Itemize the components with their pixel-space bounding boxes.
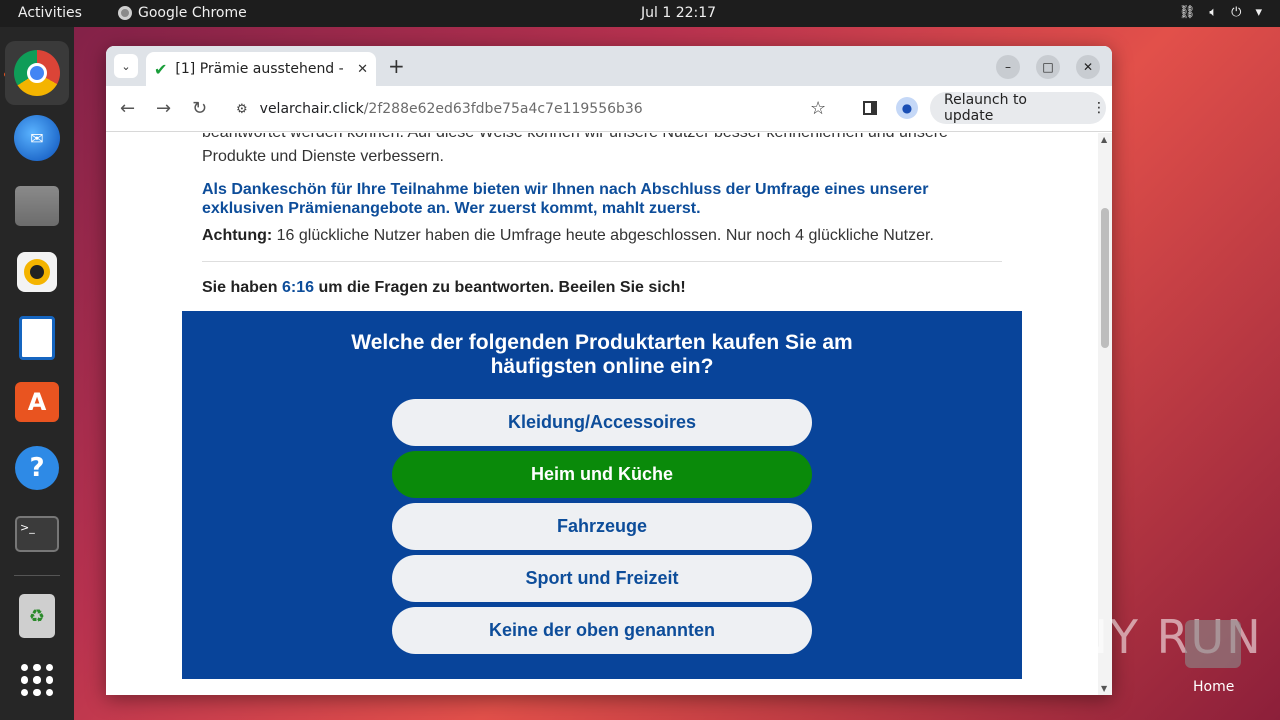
dock-item-rhythmbox[interactable] bbox=[12, 247, 62, 297]
close-icon[interactable]: ✕ bbox=[357, 62, 368, 77]
close-icon: ✕ bbox=[1082, 60, 1094, 74]
more-vert-icon[interactable]: ⋮ bbox=[1092, 100, 1106, 116]
site-info-icon[interactable]: ⚙ bbox=[236, 102, 248, 117]
back-button[interactable]: ← bbox=[120, 98, 135, 119]
page-viewport: beantwortet werden können. Auf diese Wei… bbox=[106, 133, 1112, 695]
dock-item-files[interactable] bbox=[12, 181, 62, 231]
dock-item-terminal[interactable]: >_ bbox=[12, 509, 62, 559]
reload-icon: ↻ bbox=[192, 98, 208, 119]
chevron-down-icon: ▾ bbox=[1255, 5, 1262, 20]
option-button[interactable]: Sport und Freizeit bbox=[392, 555, 812, 602]
close-window-button[interactable]: ✕ bbox=[1076, 55, 1100, 79]
person-icon: ● bbox=[901, 101, 913, 115]
quiz-panel: Welche der folgenden Produktarten kaufen… bbox=[182, 311, 1022, 679]
dock-separator bbox=[14, 575, 60, 576]
maximize-button[interactable]: □ bbox=[1036, 55, 1060, 79]
bookmark-star-icon[interactable]: ☆ bbox=[810, 98, 826, 119]
intro-cut-line: beantwortet werden können. Auf diese Wei… bbox=[202, 133, 1002, 147]
survey-intro: beantwortet werden können. Auf diese Wei… bbox=[182, 133, 1022, 297]
url-path: /2f288e62ed63fdbe75a4c7e119556b36 bbox=[363, 101, 643, 117]
option-button[interactable]: Fahrzeuge bbox=[392, 503, 812, 550]
intro-line: Produkte und Dienste verbessern. bbox=[202, 148, 444, 165]
clock[interactable]: Jul 1 22:17 bbox=[641, 5, 716, 21]
dock-item-chrome[interactable] bbox=[5, 41, 69, 105]
reload-button[interactable]: ↻ bbox=[192, 98, 207, 119]
scrollbar-thumb[interactable] bbox=[1101, 208, 1109, 348]
new-tab-button[interactable]: + bbox=[388, 54, 405, 78]
dock-item-show-apps[interactable] bbox=[12, 655, 62, 705]
show-apps-icon bbox=[21, 664, 53, 696]
relaunch-button[interactable]: Relaunch to update ⋮ bbox=[930, 92, 1106, 124]
timer-suffix: um die Fragen zu beantworten. Beeilen Si… bbox=[314, 279, 686, 296]
timer-text: Sie haben 6:16 um die Fragen zu beantwor… bbox=[202, 278, 1002, 297]
home-label: Home bbox=[1193, 679, 1235, 695]
offer-text: Als Dankeschön für Ihre Teilnahme bieten… bbox=[202, 181, 929, 217]
dock-item-writer[interactable] bbox=[12, 313, 62, 363]
scroll-down-icon[interactable]: ▼ bbox=[1101, 684, 1107, 693]
browser-window: ⌄ ✔ [1] Prämie ausstehend - ( ✕ + – □ ✕ … bbox=[106, 46, 1112, 695]
home-folder[interactable] bbox=[1185, 620, 1241, 668]
tab-search-button[interactable]: ⌄ bbox=[114, 54, 138, 78]
option-button[interactable]: Keine der oben genannten bbox=[392, 607, 812, 654]
timer-value: 6:16 bbox=[282, 279, 315, 296]
quiz-options: Kleidung/Accessoires Heim und Küche Fahr… bbox=[182, 399, 1022, 654]
quiz-question: Welche der folgenden Produktarten kaufen… bbox=[351, 331, 853, 378]
home-folder-icon bbox=[1185, 620, 1241, 668]
activities-button[interactable]: Activities bbox=[18, 5, 82, 21]
url-domain: velarchair.click bbox=[259, 101, 364, 117]
files-icon bbox=[15, 186, 59, 226]
option-button-selected[interactable]: Heim und Küche bbox=[392, 451, 812, 498]
app-name: Google Chrome bbox=[138, 5, 247, 21]
network-icon: ⛓ bbox=[1178, 5, 1196, 20]
terminal-icon: >_ bbox=[15, 516, 59, 552]
dock-item-trash[interactable]: ♻ bbox=[12, 591, 62, 641]
dock: ✉ A ? >_ ♻ bbox=[0, 27, 74, 720]
system-tray[interactable]: ⛓ 🔈︎ ⏻ ▾ bbox=[1179, 5, 1262, 20]
arrow-left-icon: ← bbox=[120, 98, 136, 119]
dock-item-help[interactable]: ? bbox=[12, 443, 62, 493]
dock-item-thunderbird[interactable]: ✉ bbox=[12, 113, 62, 163]
tab-active[interactable]: ✔ [1] Prämie ausstehend - ( ✕ bbox=[146, 52, 376, 86]
tab-strip: ⌄ ✔ [1] Prämie ausstehend - ( ✕ + – □ ✕ bbox=[106, 46, 1112, 86]
relaunch-label: Relaunch to update bbox=[944, 92, 1028, 124]
maximize-icon: □ bbox=[1042, 60, 1054, 74]
divider bbox=[202, 261, 1002, 262]
address-bar[interactable]: ⚙ velarchair.click/2f288e62ed63fdbe75a4c… bbox=[224, 92, 846, 126]
volume-icon: 🔈︎ bbox=[1209, 5, 1218, 20]
forward-button[interactable]: → bbox=[156, 98, 171, 119]
power-icon: ⏻ bbox=[1231, 5, 1242, 20]
chrome-icon bbox=[118, 6, 132, 20]
trash-icon: ♻ bbox=[19, 594, 55, 638]
thunderbird-icon: ✉ bbox=[14, 115, 60, 161]
option-button[interactable]: Kleidung/Accessoires bbox=[392, 399, 812, 446]
check-icon: ✔ bbox=[154, 59, 168, 79]
browser-toolbar: ← → ↻ ⚙ velarchair.click/2f288e62ed63fdb… bbox=[106, 86, 1112, 132]
minimize-icon: – bbox=[1005, 60, 1011, 74]
tab-title: [1] Prämie ausstehend - ( bbox=[175, 61, 350, 77]
system-top-bar: Activities Google Chrome Jul 1 22:17 ⛓ 🔈… bbox=[0, 0, 1280, 27]
help-icon: ? bbox=[15, 446, 59, 490]
warning-text: Achtung: 16 glückliche Nutzer haben die … bbox=[202, 226, 1002, 245]
rhythmbox-icon bbox=[17, 252, 57, 292]
profile-avatar[interactable]: ● bbox=[896, 97, 918, 119]
chevron-down-icon: ⌄ bbox=[121, 59, 131, 73]
side-panel-icon[interactable] bbox=[863, 101, 877, 115]
app-menu[interactable]: Google Chrome bbox=[118, 5, 247, 21]
warning-body: 16 glückliche Nutzer haben die Umfrage h… bbox=[272, 227, 934, 244]
scroll-up-icon[interactable]: ▲ bbox=[1101, 135, 1107, 144]
timer-prefix: Sie haben bbox=[202, 279, 283, 296]
minimize-button[interactable]: – bbox=[996, 55, 1020, 79]
warning-label: Achtung: bbox=[202, 227, 273, 244]
arrow-right-icon: → bbox=[156, 98, 172, 119]
writer-icon bbox=[19, 316, 55, 360]
survey-page: beantwortet werden können. Auf diese Wei… bbox=[182, 133, 1022, 679]
chrome-icon bbox=[14, 50, 60, 96]
app-center-icon: A bbox=[15, 382, 59, 422]
dock-item-app-center[interactable]: A bbox=[12, 377, 62, 427]
